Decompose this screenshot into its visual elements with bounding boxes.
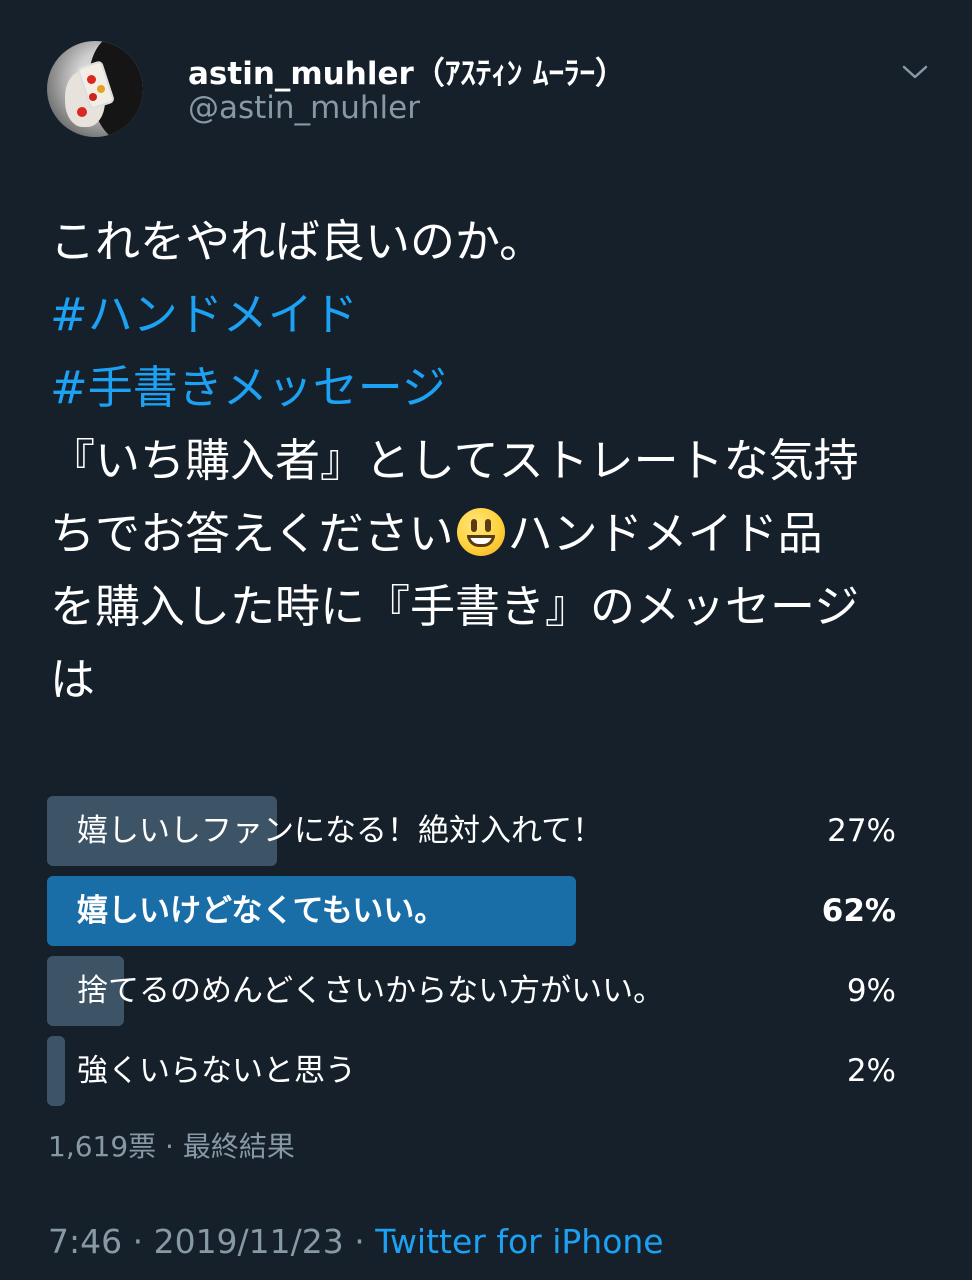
poll-option-percent: 62% <box>821 893 896 929</box>
tweet-text-line: を購入した時に『手書き』のメッセージ <box>50 580 860 633</box>
poll-option-percent: 27% <box>827 813 896 849</box>
poll-option: 強くいらないと思う 2% <box>47 1036 900 1106</box>
poll-option: 嬉しいけどなくてもいい。 62% <box>47 876 900 946</box>
tweet-source-link[interactable]: Twitter for iPhone <box>375 1222 663 1261</box>
avatar[interactable] <box>47 41 143 137</box>
poll-option: 嬉しいしファンになる！絶対入れて！ 27% <box>47 796 900 866</box>
poll-option-label: 嬉しいけどなくてもいい。 <box>77 893 446 929</box>
poll-option-label: 強くいらないと思う <box>77 1053 356 1089</box>
hashtag-link[interactable]: #ハンドメイド <box>50 278 930 351</box>
avatar-decoration <box>89 93 97 101</box>
hashtag-link[interactable]: #手書きメッセージ <box>50 351 930 424</box>
poll-meta: 1,619票 · 最終結果 <box>48 1130 295 1163</box>
avatar-decoration <box>87 75 96 84</box>
display-name[interactable]: astin_muhler（ｱｽﾃｨﾝ ﾑｰﾗｰ） <box>188 48 626 93</box>
tweet-detail: astin_muhler（ｱｽﾃｨﾝ ﾑｰﾗｰ） @astin_muhler こ… <box>0 0 972 1280</box>
poll-option-percent: 9% <box>846 973 896 1009</box>
poll-option-label: 捨てるのめんどくさいからない方がいい。 <box>77 973 665 1009</box>
chevron-down-icon[interactable] <box>900 60 930 84</box>
poll-result-bar <box>47 1036 65 1106</box>
tweet-text-line: は <box>50 653 96 706</box>
avatar-decoration <box>77 107 87 117</box>
tweet-timestamp: 7:46 · 2019/11/23 · Twitter for iPhone <box>48 1222 664 1261</box>
tweet-text-line: ちでお答えください ハンドメイド品 <box>50 497 930 570</box>
tweet-text-line: これをやれば良いのか。 <box>50 215 545 268</box>
poll-option: 捨てるのめんどくさいからない方がいい。 9% <box>47 956 900 1026</box>
grinning-face-emoji-icon <box>456 508 505 556</box>
user-handle[interactable]: @astin_muhler <box>188 90 420 126</box>
poll-option-label: 嬉しいしファンになる！絶対入れて！ <box>77 813 604 849</box>
tweet-text-segment: ちでお答えください <box>50 507 454 560</box>
tweet-time[interactable]: 7:46 · 2019/11/23 · <box>48 1222 375 1261</box>
tweet-text: これをやれば良いのか。 #ハンドメイド #手書きメッセージ 『いち購入者』として… <box>50 205 930 716</box>
tweet-text-line: 『いち購入者』としてストレートな気持 <box>50 434 859 487</box>
tweet-text-segment: ハンドメイド品 <box>507 507 823 560</box>
poll-option-percent: 2% <box>846 1053 896 1089</box>
avatar-decoration <box>97 85 105 93</box>
